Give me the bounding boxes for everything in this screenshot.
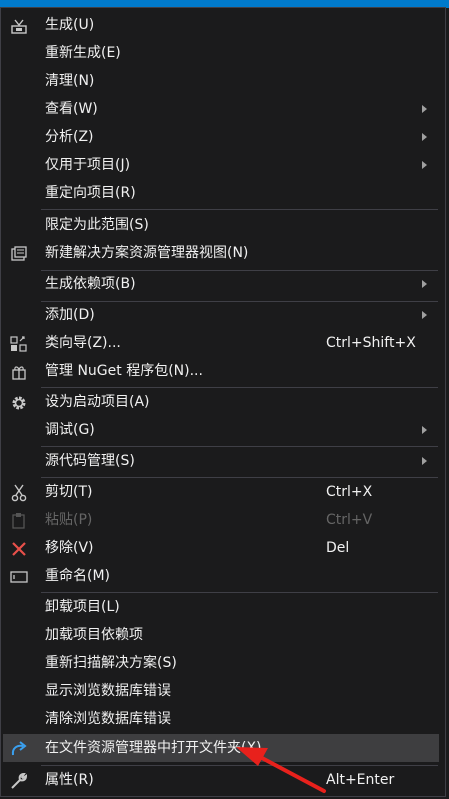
menu-item-label: 剪切(T)	[45, 484, 93, 500]
menu-item-shortcut: Alt+Enter	[326, 772, 395, 788]
menu-item-rebuild[interactable]: 重新生成(E)	[1, 39, 445, 67]
menu-item-analyze[interactable]: 分析(Z)	[1, 123, 445, 151]
menu-item-new-solution-explorer-view[interactable]: 新建解决方案资源管理器视图(N)	[1, 239, 445, 267]
close-icon	[9, 540, 29, 558]
menu-item-label: 类向导(Z)...	[45, 335, 121, 351]
menu-item-label: 属性(R)	[45, 772, 94, 788]
menu-item-scope-to-this[interactable]: 限定为此范围(S)	[1, 211, 445, 239]
menu-item-label: 卸载项目(L)	[45, 599, 120, 615]
menu-item-label: 仅用于项目(J)	[45, 157, 131, 173]
menu-item-label: 加载项目依赖项	[45, 627, 143, 643]
menu-item-manage-nuget[interactable]: 管理 NuGet 程序包(N)...	[1, 357, 445, 385]
menu-item-label: 调试(G)	[45, 422, 95, 438]
context-menu: 生成(U) 重新生成(E) 清理(N) 查看(W) 分析(Z) 仅用于项目(J)…	[0, 7, 446, 797]
menu-item-shortcut: Ctrl+V	[326, 512, 373, 528]
rename-icon	[9, 568, 29, 586]
menu-item-shortcut: Ctrl+X	[326, 484, 373, 500]
menu-item-add[interactable]: 添加(D)	[1, 301, 445, 329]
menu-item-label: 显示浏览数据库错误	[45, 683, 171, 699]
submenu-arrow-icon	[422, 161, 427, 169]
submenu-arrow-icon	[422, 311, 427, 319]
menu-item-remove[interactable]: 移除(V) Del	[1, 534, 445, 562]
menu-item-label: 重命名(M)	[45, 568, 111, 584]
menu-item-label: 重新生成(E)	[45, 45, 121, 61]
menu-item-label: 源代码管理(S)	[45, 453, 135, 469]
submenu-arrow-icon	[422, 426, 427, 434]
wrench-icon	[9, 772, 29, 790]
redirect-arrow-icon	[9, 740, 29, 758]
menu-item-build[interactable]: 生成(U)	[1, 11, 445, 39]
menu-item-debug[interactable]: 调试(G)	[1, 416, 445, 444]
menu-item-label: 新建解决方案资源管理器视图(N)	[45, 245, 249, 261]
menu-item-label: 粘贴(P)	[45, 512, 93, 528]
submenu-arrow-icon	[422, 133, 427, 141]
menu-item-source-control[interactable]: 源代码管理(S)	[1, 447, 445, 475]
submenu-arrow-icon	[422, 105, 427, 113]
menu-item-view[interactable]: 查看(W)	[1, 95, 445, 123]
new-window-icon	[9, 245, 29, 263]
package-icon	[9, 363, 29, 381]
menu-item-label: 添加(D)	[45, 307, 95, 323]
menu-item-label: 设为启动项目(A)	[45, 394, 150, 410]
menu-item-label: 管理 NuGet 程序包(N)...	[45, 363, 203, 379]
menu-item-label: 生成(U)	[45, 17, 95, 33]
menu-item-properties[interactable]: 属性(R) Alt+Enter	[1, 766, 445, 794]
menu-item-label: 清除浏览数据库错误	[45, 711, 171, 727]
menu-item-label: 分析(Z)	[45, 129, 94, 145]
menu-item-unload-project[interactable]: 卸载项目(L)	[1, 593, 445, 621]
menu-item-label: 在文件资源管理器中打开文件夹(X)	[45, 740, 262, 756]
menu-item-load-dependencies[interactable]: 加载项目依赖项	[1, 621, 445, 649]
menu-item-label: 查看(W)	[45, 101, 98, 117]
menu-item-label: 重新扫描解决方案(S)	[45, 655, 177, 671]
menu-item-clean[interactable]: 清理(N)	[1, 67, 445, 95]
menu-item-open-in-explorer[interactable]: 在文件资源管理器中打开文件夹(X)	[3, 734, 439, 762]
gear-icon	[9, 394, 29, 412]
build-icon	[9, 17, 29, 35]
menu-separator	[41, 209, 438, 210]
submenu-arrow-icon	[422, 457, 427, 465]
menu-item-label: 移除(V)	[45, 540, 94, 556]
menu-item-retarget[interactable]: 重定向项目(R)	[1, 179, 445, 207]
menu-item-label: 生成依赖项(B)	[45, 276, 136, 292]
class-wizard-icon	[9, 335, 29, 353]
menu-item-build-dependencies[interactable]: 生成依赖项(B)	[1, 270, 445, 298]
menu-item-class-wizard[interactable]: 类向导(Z)... Ctrl+Shift+X	[1, 329, 445, 357]
menu-item-label: 重定向项目(R)	[45, 185, 136, 201]
menu-item-rescan-solution[interactable]: 重新扫描解决方案(S)	[1, 649, 445, 677]
menu-item-show-db-errors[interactable]: 显示浏览数据库错误	[1, 677, 445, 705]
submenu-arrow-icon	[422, 280, 427, 288]
menu-item-label: 限定为此范围(S)	[45, 217, 149, 233]
menu-item-cut[interactable]: 剪切(T) Ctrl+X	[1, 478, 445, 506]
scissors-icon	[9, 484, 29, 502]
menu-item-set-startup[interactable]: 设为启动项目(A)	[1, 388, 445, 416]
menu-item-paste: 粘贴(P) Ctrl+V	[1, 506, 445, 534]
clipboard-icon	[9, 512, 29, 530]
menu-item-shortcut: Del	[326, 540, 350, 556]
menu-item-label: 清理(N)	[45, 73, 95, 89]
menu-item-shortcut: Ctrl+Shift+X	[326, 335, 416, 351]
menu-item-rename[interactable]: 重命名(M)	[1, 562, 445, 590]
menu-item-project-only[interactable]: 仅用于项目(J)	[1, 151, 445, 179]
menu-item-clear-db-errors[interactable]: 清除浏览数据库错误	[1, 705, 445, 733]
